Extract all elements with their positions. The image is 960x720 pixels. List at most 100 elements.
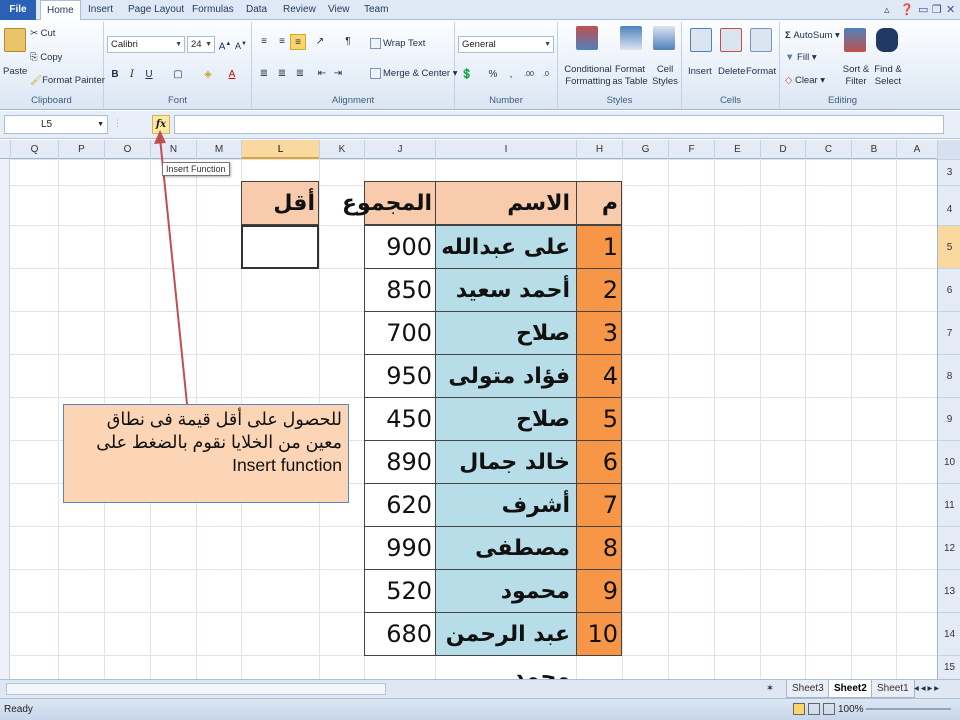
percent-button[interactable]: % (485, 67, 501, 83)
total-cell[interactable]: 850 (364, 268, 436, 312)
delete-cells-button[interactable]: Delete (718, 66, 745, 77)
merge-center-button[interactable]: Merge & Center ▾ (370, 68, 457, 79)
font-family-select[interactable]: Calibri ▼ (107, 36, 185, 53)
total-cell[interactable]: 520 (364, 569, 436, 613)
minimize-window-icon[interactable]: ▭ (918, 3, 928, 16)
column-header-b[interactable]: B (851, 140, 896, 159)
row-header-14[interactable]: 14 (938, 612, 960, 655)
name-cell[interactable]: أحمد سعيد (435, 268, 577, 312)
column-header-o[interactable]: O (104, 140, 150, 159)
text-direction-icon[interactable]: ¶ (340, 34, 356, 50)
format-cells-button[interactable]: Format (746, 66, 776, 77)
align-middle-icon[interactable]: ≡ (274, 34, 290, 50)
delete-cells-icon[interactable] (720, 28, 742, 52)
index-cell[interactable]: 1 (576, 225, 622, 269)
column-header-m[interactable]: M (196, 140, 241, 159)
align-center-icon[interactable]: ≣ (274, 66, 290, 82)
sheet-tab-sheet1[interactable]: Sheet1 (871, 680, 915, 698)
column-header-a[interactable]: A (896, 140, 937, 159)
tab-home[interactable]: Home (40, 0, 81, 21)
row-header-12[interactable]: 12 (938, 526, 960, 569)
header-name-cell[interactable]: الاسم (435, 181, 577, 225)
sheet-tab-sheet3[interactable]: Sheet3 (786, 680, 830, 698)
column-header-g[interactable]: G (622, 140, 668, 159)
index-cell[interactable]: 10 (576, 612, 622, 656)
row-header-11[interactable]: 11 (938, 483, 960, 526)
column-header-i[interactable]: I (435, 140, 576, 159)
shrink-font-icon[interactable]: A▼ (233, 36, 249, 52)
tab-file[interactable]: File (0, 0, 36, 20)
row-header-6[interactable]: 6 (938, 268, 960, 311)
name-cell[interactable]: على عبدالله (435, 225, 577, 269)
fill-button[interactable]: ▼ Fill ▾ (785, 52, 817, 63)
row-header-5[interactable]: 5 (938, 225, 960, 268)
align-right-icon[interactable]: ≣ (292, 66, 308, 82)
align-left-icon[interactable]: ≣ (256, 66, 272, 82)
insert-cells-button[interactable]: Insert (688, 66, 712, 77)
close-window-icon[interactable]: ✕ (946, 3, 955, 16)
column-header-e[interactable]: E (714, 140, 760, 159)
binoculars-icon[interactable] (876, 28, 898, 52)
insert-cells-icon[interactable] (690, 28, 712, 52)
grow-font-icon[interactable]: A▲ (217, 36, 233, 52)
autosum-button[interactable]: Σ AutoSum ▾ (785, 30, 840, 41)
comma-button[interactable]: , (503, 67, 519, 83)
column-header-q[interactable]: Q (10, 140, 58, 159)
sort-filter-button[interactable]: Sort & Filter (840, 64, 872, 88)
help-icon[interactable]: ❓ (900, 3, 914, 16)
column-header-h[interactable]: H (576, 140, 622, 159)
cell-styles-button[interactable]: Cell Styles (650, 64, 680, 88)
paste-icon[interactable] (4, 28, 26, 52)
name-cell[interactable]: فؤاد متولى (435, 354, 577, 398)
column-header-k[interactable]: K (319, 140, 364, 159)
align-top-icon[interactable]: ≡ (256, 34, 272, 50)
sort-filter-icon[interactable] (844, 28, 866, 52)
cell-styles-icon[interactable] (653, 26, 675, 50)
total-cell[interactable]: 620 (364, 483, 436, 527)
insert-function-button[interactable]: fx (152, 115, 170, 134)
header-min-cell[interactable]: أقل قيمة (241, 181, 319, 260)
row-header-9[interactable]: 9 (938, 397, 960, 440)
row-header-10[interactable]: 10 (938, 440, 960, 483)
column-header-p[interactable]: P (58, 140, 104, 159)
name-cell[interactable]: صلاح إبراهيم (435, 311, 577, 389)
row-header-13[interactable]: 13 (938, 569, 960, 612)
row-header-8[interactable]: 8 (938, 354, 960, 397)
select-all-corner[interactable] (937, 140, 960, 159)
decrease-indent-icon[interactable]: ⇤ (314, 66, 330, 82)
format-as-table-button[interactable]: Format as Table (612, 64, 648, 88)
name-cell[interactable]: محمود فوزي (435, 569, 577, 647)
format-cells-icon[interactable] (750, 28, 772, 52)
restore-window-icon[interactable]: ❐ (932, 3, 942, 16)
increase-indent-icon[interactable]: ⇥ (330, 66, 346, 82)
borders-icon[interactable]: ▢ (170, 67, 186, 83)
index-cell[interactable]: 4 (576, 354, 622, 398)
column-header-d[interactable]: D (760, 140, 805, 159)
total-cell[interactable]: 900 (364, 225, 436, 269)
italic-button[interactable]: I (124, 67, 140, 83)
sheet-tab-sheet2[interactable]: Sheet2 (828, 680, 873, 698)
tab-review[interactable]: Review (277, 0, 322, 20)
index-cell[interactable]: 5 (576, 397, 622, 441)
orientation-icon[interactable]: ↗ (312, 34, 328, 50)
header-index-cell[interactable]: م (576, 181, 622, 225)
cut-button[interactable]: ✂ Cut (30, 28, 55, 39)
page-layout-view-icon[interactable] (808, 703, 820, 715)
insert-sheet-icon[interactable]: ✶ (766, 683, 774, 694)
conditional-formatting-icon[interactable] (576, 26, 598, 50)
zoom-level[interactable]: 100% (838, 699, 864, 720)
format-table-icon[interactable] (620, 26, 642, 50)
index-cell[interactable]: 8 (576, 526, 622, 570)
minimize-ribbon-icon[interactable]: ▵ (884, 3, 890, 16)
font-color-icon[interactable]: A (224, 67, 240, 83)
find-select-button[interactable]: Find & Select (872, 64, 904, 88)
name-cell[interactable]: أشرف شوقي (435, 483, 577, 561)
tab-insert[interactable]: Insert (82, 0, 119, 20)
clear-button[interactable]: ◇ Clear ▾ (785, 75, 825, 86)
column-header-c[interactable]: C (805, 140, 851, 159)
sheet-nav-arrows-icon[interactable]: ◂◂▸▸ (914, 683, 941, 694)
total-cell[interactable]: 700 (364, 311, 436, 355)
fill-color-icon[interactable]: ◈ (200, 67, 216, 83)
column-header-j[interactable]: J (364, 140, 435, 159)
index-cell[interactable]: 2 (576, 268, 622, 312)
